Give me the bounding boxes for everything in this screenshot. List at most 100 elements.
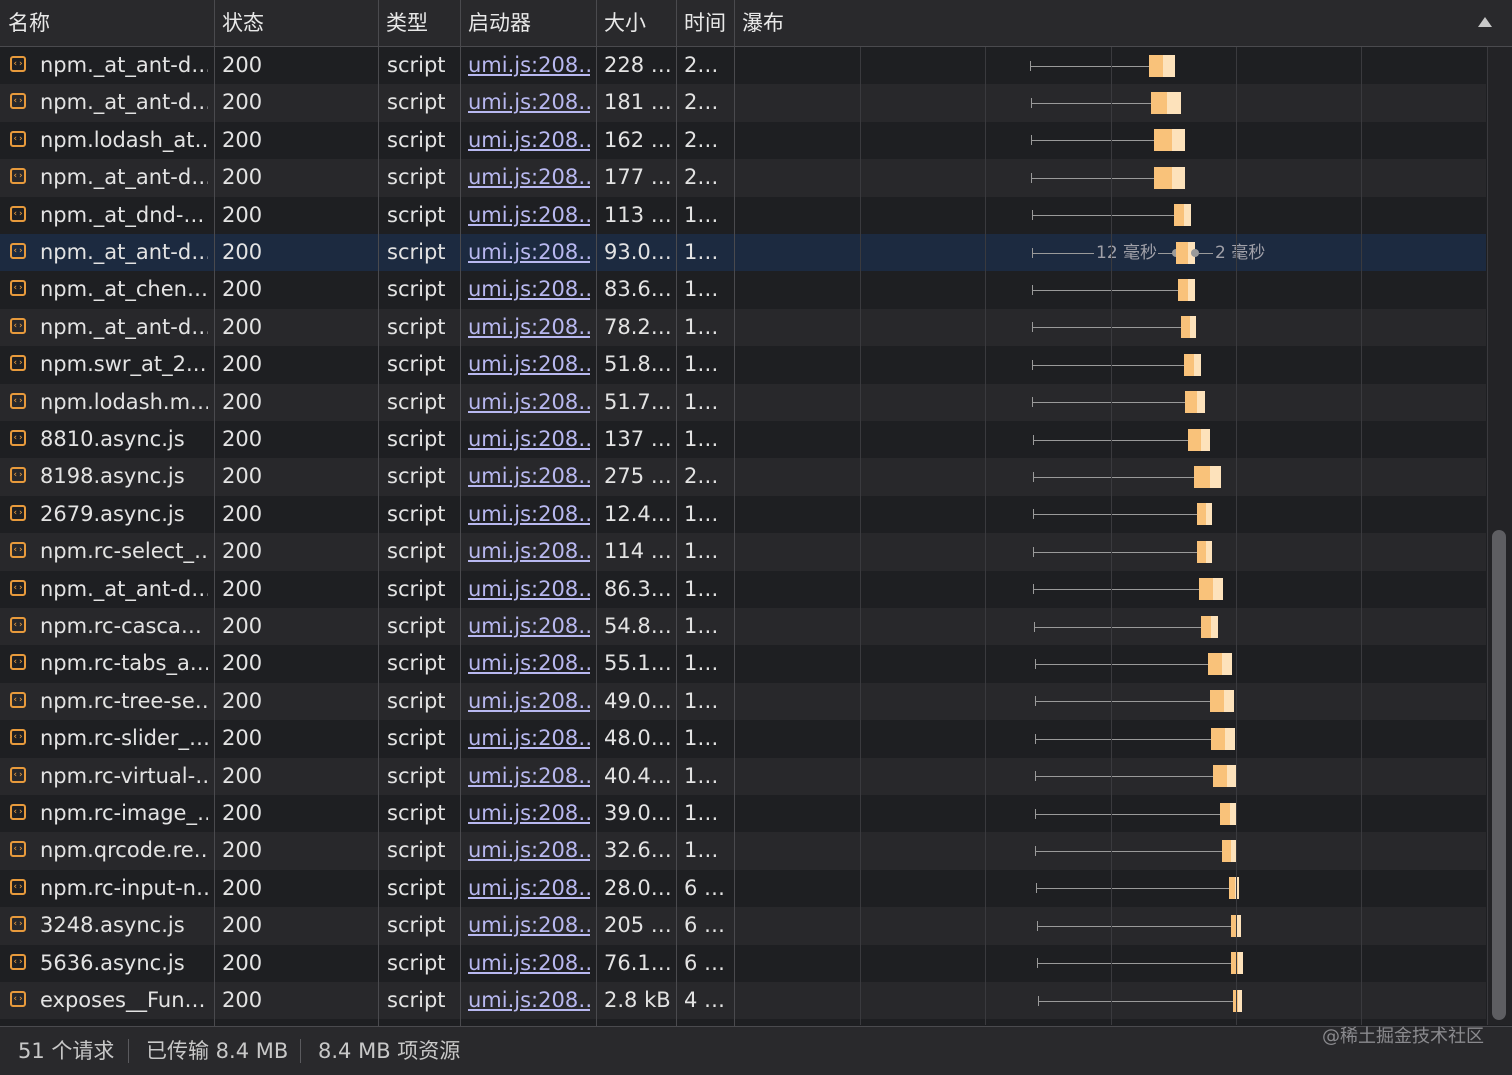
request-initiator-link[interactable]: umi.js:208… — [468, 122, 590, 159]
table-row[interactable]: ‹› npm.rc-slider_… 200 script umi.js:208… 48.… — [0, 720, 1486, 758]
request-initiator-link[interactable]: umi.js:208… — [468, 683, 590, 720]
waterfall-receiving-bar[interactable] — [1190, 316, 1196, 339]
request-name-cell[interactable]: ‹› npm.rc-casca… — [8, 608, 208, 645]
request-name-cell[interactable]: ‹› npm.rc-tabs_a… — [8, 645, 208, 682]
request-initiator-link[interactable]: umi.js:208… — [468, 608, 590, 645]
column-divider[interactable] — [378, 0, 379, 1026]
waterfall-receiving-bar[interactable] — [1172, 129, 1185, 152]
request-initiator-link[interactable]: umi.js:208… — [468, 982, 590, 1019]
waterfall-waiting-bar[interactable] — [1151, 92, 1167, 115]
waterfall-waiting-bar[interactable] — [1201, 615, 1211, 638]
request-name-cell[interactable]: ‹› npm.rc-image_… — [8, 795, 208, 832]
request-name-cell[interactable]: ‹› npm.swr_at_2.… — [8, 346, 208, 383]
table-row[interactable]: ‹› 5636.async.js 200 script umi.js:208… 76.1…… — [0, 944, 1486, 982]
table-row[interactable]: ‹› npm.rc-select_… 200 script umi.js:208… 114… — [0, 533, 1486, 571]
waterfall-waiting-bar[interactable] — [1211, 727, 1225, 750]
waterfall-waiting-bar[interactable] — [1222, 840, 1231, 863]
request-initiator-link[interactable]: umi.js:208… — [468, 197, 590, 234]
table-row[interactable]: ‹› npm.rc-input-n… 200 script umi.js:208… 28.… — [0, 869, 1486, 908]
waterfall-receiving-bar[interactable] — [1210, 466, 1221, 489]
request-name-cell[interactable]: ‹› npm._at_ant-d… — [8, 47, 208, 84]
waterfall-receiving-bar[interactable] — [1211, 615, 1218, 638]
table-row[interactable]: ‹› exposes__Fun… 200 script umi.js:208… 2.8 k… — [0, 982, 1486, 1020]
waterfall-waiting-bar[interactable] — [1154, 129, 1172, 152]
request-name-cell[interactable]: ‹› 5636.async.js — [8, 945, 208, 982]
table-row[interactable]: ‹› npm._at_chen… 200 script umi.js:208… 83.6…… — [0, 271, 1486, 309]
request-initiator-link[interactable]: umi.js:208… — [468, 795, 590, 832]
table-row[interactable]: ‹› npm._at_ant-d… 200 script umi.js:208… 78.2… — [0, 308, 1486, 347]
waterfall-receiving-bar[interactable] — [1225, 727, 1235, 750]
table-row[interactable]: ‹› npm.qrcode.re… 200 script umi.js:208… 32.6… — [0, 832, 1486, 870]
request-name-cell[interactable]: ‹› npm._at_ant-d… — [8, 309, 208, 346]
waterfall-receiving-bar[interactable] — [1206, 540, 1212, 563]
waterfall-receiving-bar[interactable] — [1167, 92, 1181, 115]
request-initiator-link[interactable]: umi.js:208… — [468, 271, 590, 308]
request-initiator-link[interactable]: umi.js:208… — [468, 720, 590, 757]
waterfall-waiting-bar[interactable] — [1208, 653, 1222, 676]
request-name-cell[interactable]: ‹› npm._at_ant-d… — [8, 571, 208, 608]
request-name-cell[interactable]: ‹› npm.rc-slider_… — [8, 720, 208, 757]
request-name-cell[interactable]: ‹› npm._at_ant-d… — [8, 234, 208, 271]
waterfall-waiting-bar[interactable] — [1176, 241, 1188, 264]
request-initiator-link[interactable]: umi.js:208… — [468, 159, 590, 196]
request-name-cell[interactable]: ‹› npm._at_chen… — [8, 271, 208, 308]
request-initiator-link[interactable]: umi.js:208… — [468, 234, 590, 271]
waterfall-receiving-bar[interactable] — [1184, 204, 1191, 227]
column-header-waterfall[interactable]: 瀑布 — [734, 0, 1494, 46]
request-name-cell[interactable]: ‹› npm.rc-tree-se… — [8, 683, 208, 720]
table-row[interactable]: ‹› npm._at_ant-d… 200 script umi.js:208… 181 … — [0, 84, 1486, 122]
request-initiator-link[interactable]: umi.js:208… — [468, 907, 590, 944]
request-name-cell[interactable]: ‹› 3248.async.js — [8, 907, 208, 944]
request-initiator-link[interactable]: umi.js:208… — [468, 496, 590, 533]
scrollbar-thumb[interactable] — [1492, 530, 1506, 1020]
request-name-cell[interactable]: ‹› exposes__Fun… — [8, 982, 208, 1019]
request-name-cell[interactable]: ‹› npm.lodash.m… — [8, 384, 208, 421]
table-row[interactable]: ‹› npm._at_ant-d… 200 script umi.js:208… 93.0… — [0, 234, 1486, 272]
waterfall-waiting-bar[interactable] — [1210, 690, 1224, 713]
request-name-cell[interactable]: ‹› npm.qrcode.re… — [8, 832, 208, 869]
table-row[interactable]: ‹› npm.swr_at_2.… 200 script umi.js:208… 51.8… — [0, 346, 1486, 384]
request-name-cell[interactable]: ‹› npm._at_ant-d… — [8, 84, 208, 121]
waterfall-waiting-bar[interactable] — [1185, 391, 1197, 414]
request-initiator-link[interactable]: umi.js:208… — [468, 870, 590, 907]
waterfall-receiving-bar[interactable] — [1238, 989, 1242, 1012]
column-divider[interactable] — [214, 0, 215, 1026]
table-row[interactable]: ‹› npm.lodash_at… 200 script umi.js:208… 162 … — [0, 121, 1486, 160]
request-initiator-link[interactable]: umi.js:208… — [468, 945, 590, 982]
column-header-type[interactable]: 类型 — [378, 0, 460, 46]
waterfall-waiting-bar[interactable] — [1154, 166, 1172, 189]
waterfall-receiving-bar[interactable] — [1238, 952, 1243, 975]
waterfall-waiting-bar[interactable] — [1213, 765, 1227, 788]
table-row[interactable]: ‹› npm.rc-casca… 200 script umi.js:208… 54.8…… — [0, 608, 1486, 646]
waterfall-receiving-bar[interactable] — [1206, 503, 1212, 526]
column-header-name[interactable]: 名称 — [0, 0, 214, 46]
waterfall-receiving-bar[interactable] — [1163, 54, 1175, 77]
request-initiator-link[interactable]: umi.js:208… — [468, 47, 590, 84]
waterfall-receiving-bar[interactable] — [1227, 765, 1236, 788]
waterfall-receiving-bar[interactable] — [1201, 428, 1210, 451]
column-header-size[interactable]: 大小 — [596, 0, 676, 46]
column-divider[interactable] — [596, 0, 597, 1026]
waterfall-waiting-bar[interactable] — [1178, 279, 1188, 302]
column-header-status[interactable]: 状态 — [214, 0, 378, 46]
column-divider[interactable] — [734, 0, 735, 1026]
waterfall-receiving-bar[interactable] — [1188, 279, 1195, 302]
waterfall-waiting-bar[interactable] — [1197, 540, 1206, 563]
request-name-cell[interactable]: ‹› npm._at_ant-d… — [8, 159, 208, 196]
waterfall-waiting-bar[interactable] — [1197, 503, 1206, 526]
waterfall-receiving-bar[interactable] — [1194, 353, 1201, 376]
request-initiator-link[interactable]: umi.js:208… — [468, 832, 590, 869]
waterfall-receiving-bar[interactable] — [1172, 166, 1185, 189]
request-name-cell[interactable]: ‹› npm._at_dnd-… — [8, 197, 208, 234]
request-initiator-link[interactable]: umi.js:208… — [468, 533, 590, 570]
table-row[interactable]: ‹› 3248.async.js 200 script umi.js:208… 205 …… — [0, 907, 1486, 945]
table-row[interactable]: ‹› npm.rc-tree-se… 200 script umi.js:208… 49.… — [0, 682, 1486, 721]
sort-ascending-icon[interactable] — [1478, 17, 1492, 27]
request-name-cell[interactable]: ‹› npm.rc-virtual-… — [8, 758, 208, 795]
request-initiator-link[interactable]: umi.js:208… — [468, 384, 590, 421]
waterfall-waiting-bar[interactable] — [1174, 204, 1184, 227]
waterfall-waiting-bar[interactable] — [1184, 353, 1194, 376]
request-name-cell[interactable]: ‹› npm.rc-select_… — [8, 533, 208, 570]
table-row[interactable]: ‹› npm.rc-tabs_a… 200 script umi.js:208… 55.1… — [0, 645, 1486, 683]
waterfall-receiving-bar[interactable] — [1224, 690, 1234, 713]
